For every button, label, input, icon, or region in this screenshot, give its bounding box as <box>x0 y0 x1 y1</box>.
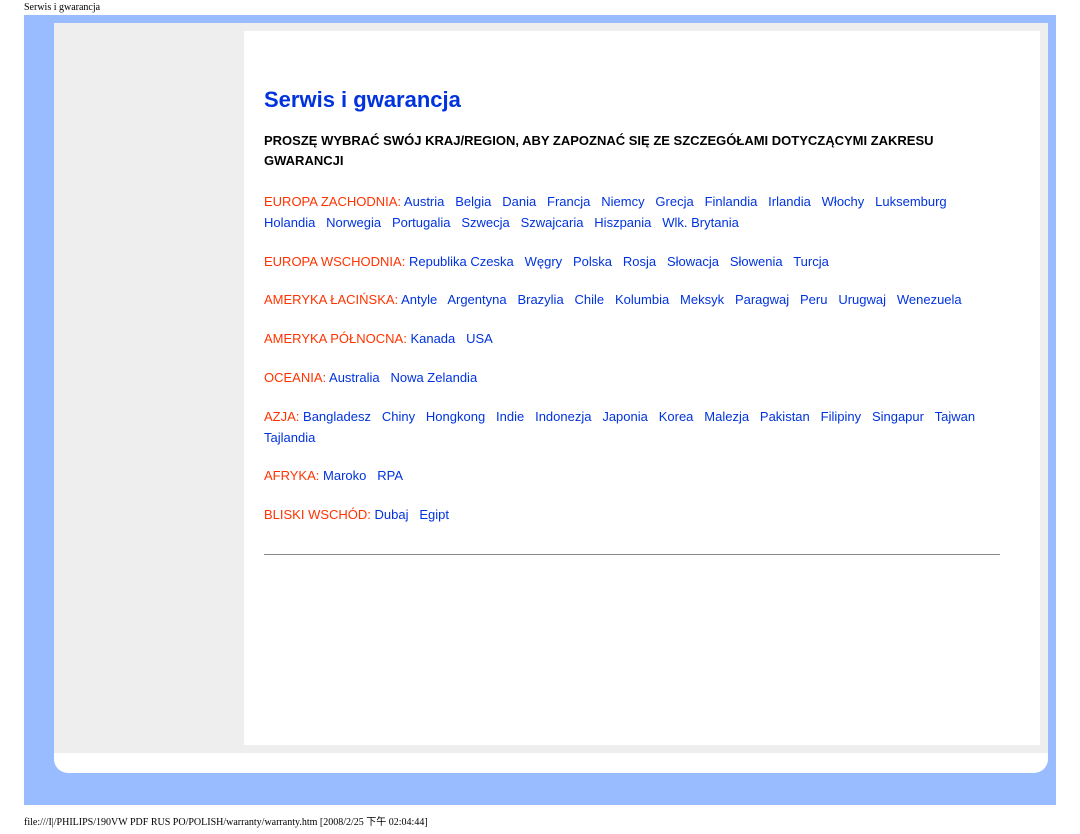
country-link[interactable]: Francja <box>547 194 590 209</box>
region-label: AMERYKA PÓŁNOCNA: <box>264 331 407 346</box>
country-link[interactable]: Wenezuela <box>897 292 962 307</box>
country-link[interactable]: Węgry <box>525 254 563 269</box>
country-link[interactable]: USA <box>466 331 493 346</box>
country-link[interactable]: Włochy <box>822 194 865 209</box>
separator-rule <box>264 554 1000 555</box>
country-link[interactable]: Australia <box>329 370 380 385</box>
country-link[interactable]: Egipt <box>419 507 449 522</box>
region-block: AMERYKA ŁACIŃSKA: Antyle Argentyna Brazy… <box>264 290 1000 311</box>
region-block: AMERYKA PÓŁNOCNA: Kanada USA <box>264 329 1000 350</box>
country-link[interactable]: Republika Czeska <box>409 254 514 269</box>
inner-grey-panel: Serwis i gwarancja PROSZĘ WYBRAĆ SWÓJ KR… <box>54 23 1048 753</box>
country-link[interactable]: Niemcy <box>601 194 644 209</box>
country-link[interactable]: Turcja <box>793 254 829 269</box>
footer-path: file:///I|/PHILIPS/190VW PDF RUS PO/POLI… <box>24 813 428 828</box>
region-label: AZJA: <box>264 409 299 424</box>
country-link[interactable]: Pakistan <box>760 409 810 424</box>
country-link[interactable]: Indonezja <box>535 409 591 424</box>
header-path: Serwis i gwarancja <box>0 0 1080 15</box>
bottom-round-cap <box>24 753 1056 773</box>
countries-list: Bangladesz Chiny Hongkong Indie Indonezj… <box>264 409 982 445</box>
region-label: AFRYKA: <box>264 468 319 483</box>
country-link[interactable]: Peru <box>800 292 827 307</box>
country-link[interactable]: Hongkong <box>426 409 485 424</box>
country-link[interactable]: Luksemburg <box>875 194 947 209</box>
region-label: OCEANIA: <box>264 370 326 385</box>
region-label: BLISKI WSCHÓD: <box>264 507 371 522</box>
country-link[interactable]: Singapur <box>872 409 924 424</box>
country-link[interactable]: Szwajcaria <box>521 215 584 230</box>
country-link[interactable]: Portugalia <box>392 215 451 230</box>
country-link[interactable]: Chiny <box>382 409 415 424</box>
country-link[interactable]: Nowa Zelandia <box>390 370 477 385</box>
country-link[interactable]: Argentyna <box>447 292 506 307</box>
country-link[interactable]: Norwegia <box>326 215 381 230</box>
region-block: AZJA: Bangladesz Chiny Hongkong Indie In… <box>264 407 1000 449</box>
country-link[interactable]: Kanada <box>410 331 455 346</box>
country-link[interactable]: Polska <box>573 254 612 269</box>
country-link[interactable]: Meksyk <box>680 292 724 307</box>
country-link[interactable]: Belgia <box>455 194 491 209</box>
country-link[interactable]: Finlandia <box>705 194 758 209</box>
countries-list: Antyle Argentyna Brazylia Chile Kolumbia… <box>401 292 962 307</box>
region-block: AFRYKA: Maroko RPA <box>264 466 1000 487</box>
bottom-round-bar <box>54 753 1048 773</box>
country-link[interactable]: RPA <box>377 468 403 483</box>
content-panel: Serwis i gwarancja PROSZĘ WYBRAĆ SWÓJ KR… <box>244 31 1040 745</box>
country-link[interactable]: Antyle <box>401 292 437 307</box>
region-label: AMERYKA ŁACIŃSKA: <box>264 292 398 307</box>
country-link[interactable]: Tajwan <box>935 409 975 424</box>
country-link[interactable]: Indie <box>496 409 524 424</box>
country-link[interactable]: Filipiny <box>821 409 861 424</box>
country-link[interactable]: Wlk. Brytania <box>662 215 739 230</box>
region-block: BLISKI WSCHÓD: Dubaj Egipt <box>264 505 1000 526</box>
countries-list: Australia Nowa Zelandia <box>329 370 477 385</box>
country-link[interactable]: Irlandia <box>768 194 811 209</box>
country-link[interactable]: Słowacja <box>667 254 719 269</box>
region-label: EUROPA ZACHODNIA: <box>264 194 401 209</box>
country-link[interactable]: Dubaj <box>375 507 409 522</box>
country-link[interactable]: Austria <box>404 194 444 209</box>
country-link[interactable]: Rosja <box>623 254 656 269</box>
countries-list: Dubaj Egipt <box>375 507 449 522</box>
region-label: EUROPA WSCHODNIA: <box>264 254 405 269</box>
countries-list: Maroko RPA <box>323 468 403 483</box>
country-link[interactable]: Tajlandia <box>264 430 315 445</box>
country-link[interactable]: Holandia <box>264 215 315 230</box>
outer-frame: Serwis i gwarancja PROSZĘ WYBRAĆ SWÓJ KR… <box>24 15 1056 805</box>
intro-text: PROSZĘ WYBRAĆ SWÓJ KRAJ/REGION, ABY ZAPO… <box>264 131 1000 170</box>
country-link[interactable]: Dania <box>502 194 536 209</box>
country-link[interactable]: Malezja <box>704 409 749 424</box>
country-link[interactable]: Urugwaj <box>838 292 886 307</box>
country-link[interactable]: Maroko <box>323 468 366 483</box>
country-link[interactable]: Kolumbia <box>615 292 669 307</box>
regions-container: EUROPA ZACHODNIA: Austria Belgia Dania F… <box>264 192 1000 526</box>
country-link[interactable]: Grecja <box>655 194 693 209</box>
country-link[interactable]: Słowenia <box>730 254 783 269</box>
country-link[interactable]: Japonia <box>602 409 648 424</box>
page-title: Serwis i gwarancja <box>264 87 1000 113</box>
country-link[interactable]: Chile <box>575 292 605 307</box>
country-link[interactable]: Korea <box>659 409 694 424</box>
region-block: EUROPA WSCHODNIA: Republika Czeska Węgry… <box>264 252 1000 273</box>
region-block: EUROPA ZACHODNIA: Austria Belgia Dania F… <box>264 192 1000 234</box>
countries-list: Kanada USA <box>410 331 492 346</box>
region-block: OCEANIA: Australia Nowa Zelandia <box>264 368 1000 389</box>
country-link[interactable]: Hiszpania <box>594 215 651 230</box>
country-link[interactable]: Brazylia <box>517 292 563 307</box>
country-link[interactable]: Bangladesz <box>303 409 371 424</box>
country-link[interactable]: Paragwaj <box>735 292 789 307</box>
country-link[interactable]: Szwecja <box>461 215 509 230</box>
countries-list: Republika Czeska Węgry Polska Rosja Słow… <box>409 254 829 269</box>
